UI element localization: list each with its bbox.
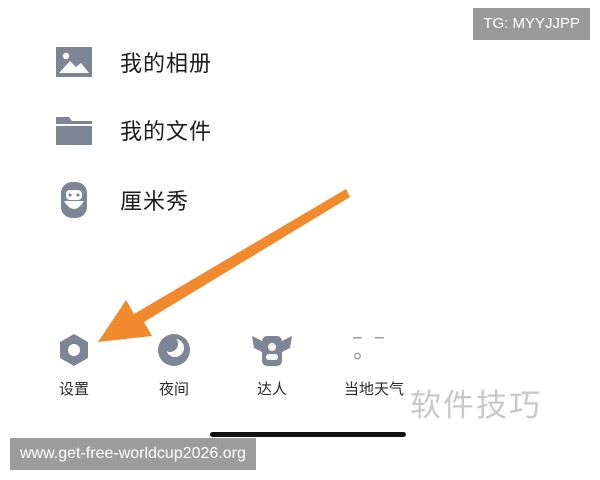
settings-label: 设置 (58, 380, 89, 398)
avatar-face-icon (56, 182, 92, 218)
menu-item-label: 我的文件 (120, 120, 213, 145)
weather-value: – –° (352, 325, 387, 375)
home-indicator[interactable] (210, 432, 406, 437)
menu-item-label: 我的相册 (120, 52, 213, 77)
menu-item-cmshow[interactable]: 厘米秀 (56, 180, 189, 220)
night-moon-icon (152, 328, 196, 372)
menu-item-files[interactable]: 我的文件 (56, 110, 212, 150)
folder-icon (56, 112, 92, 148)
menu-item-label: 厘米秀 (120, 190, 190, 215)
local-weather-label: 当地天气 (343, 380, 404, 398)
settings-gear-icon (52, 328, 96, 372)
expert-button[interactable]: 达人 (232, 328, 312, 399)
tg-watermark: TG: MYYJJPP (473, 8, 590, 40)
menu-item-album[interactable]: 我的相册 (56, 42, 212, 82)
expert-badge-icon (250, 328, 294, 372)
photo-album-icon (56, 44, 92, 80)
night-mode-label: 夜间 (158, 380, 189, 398)
site-watermark: 软件技巧 (410, 388, 542, 424)
expert-label: 达人 (256, 380, 287, 398)
settings-button[interactable]: 设置 (34, 328, 114, 399)
local-weather-button[interactable]: – –° 当地天气 (334, 325, 414, 399)
night-mode-button[interactable]: 夜间 (134, 328, 214, 399)
url-watermark: www.get-free-worldcup2026.org (10, 438, 256, 470)
weather-icon: – –° (352, 325, 396, 375)
